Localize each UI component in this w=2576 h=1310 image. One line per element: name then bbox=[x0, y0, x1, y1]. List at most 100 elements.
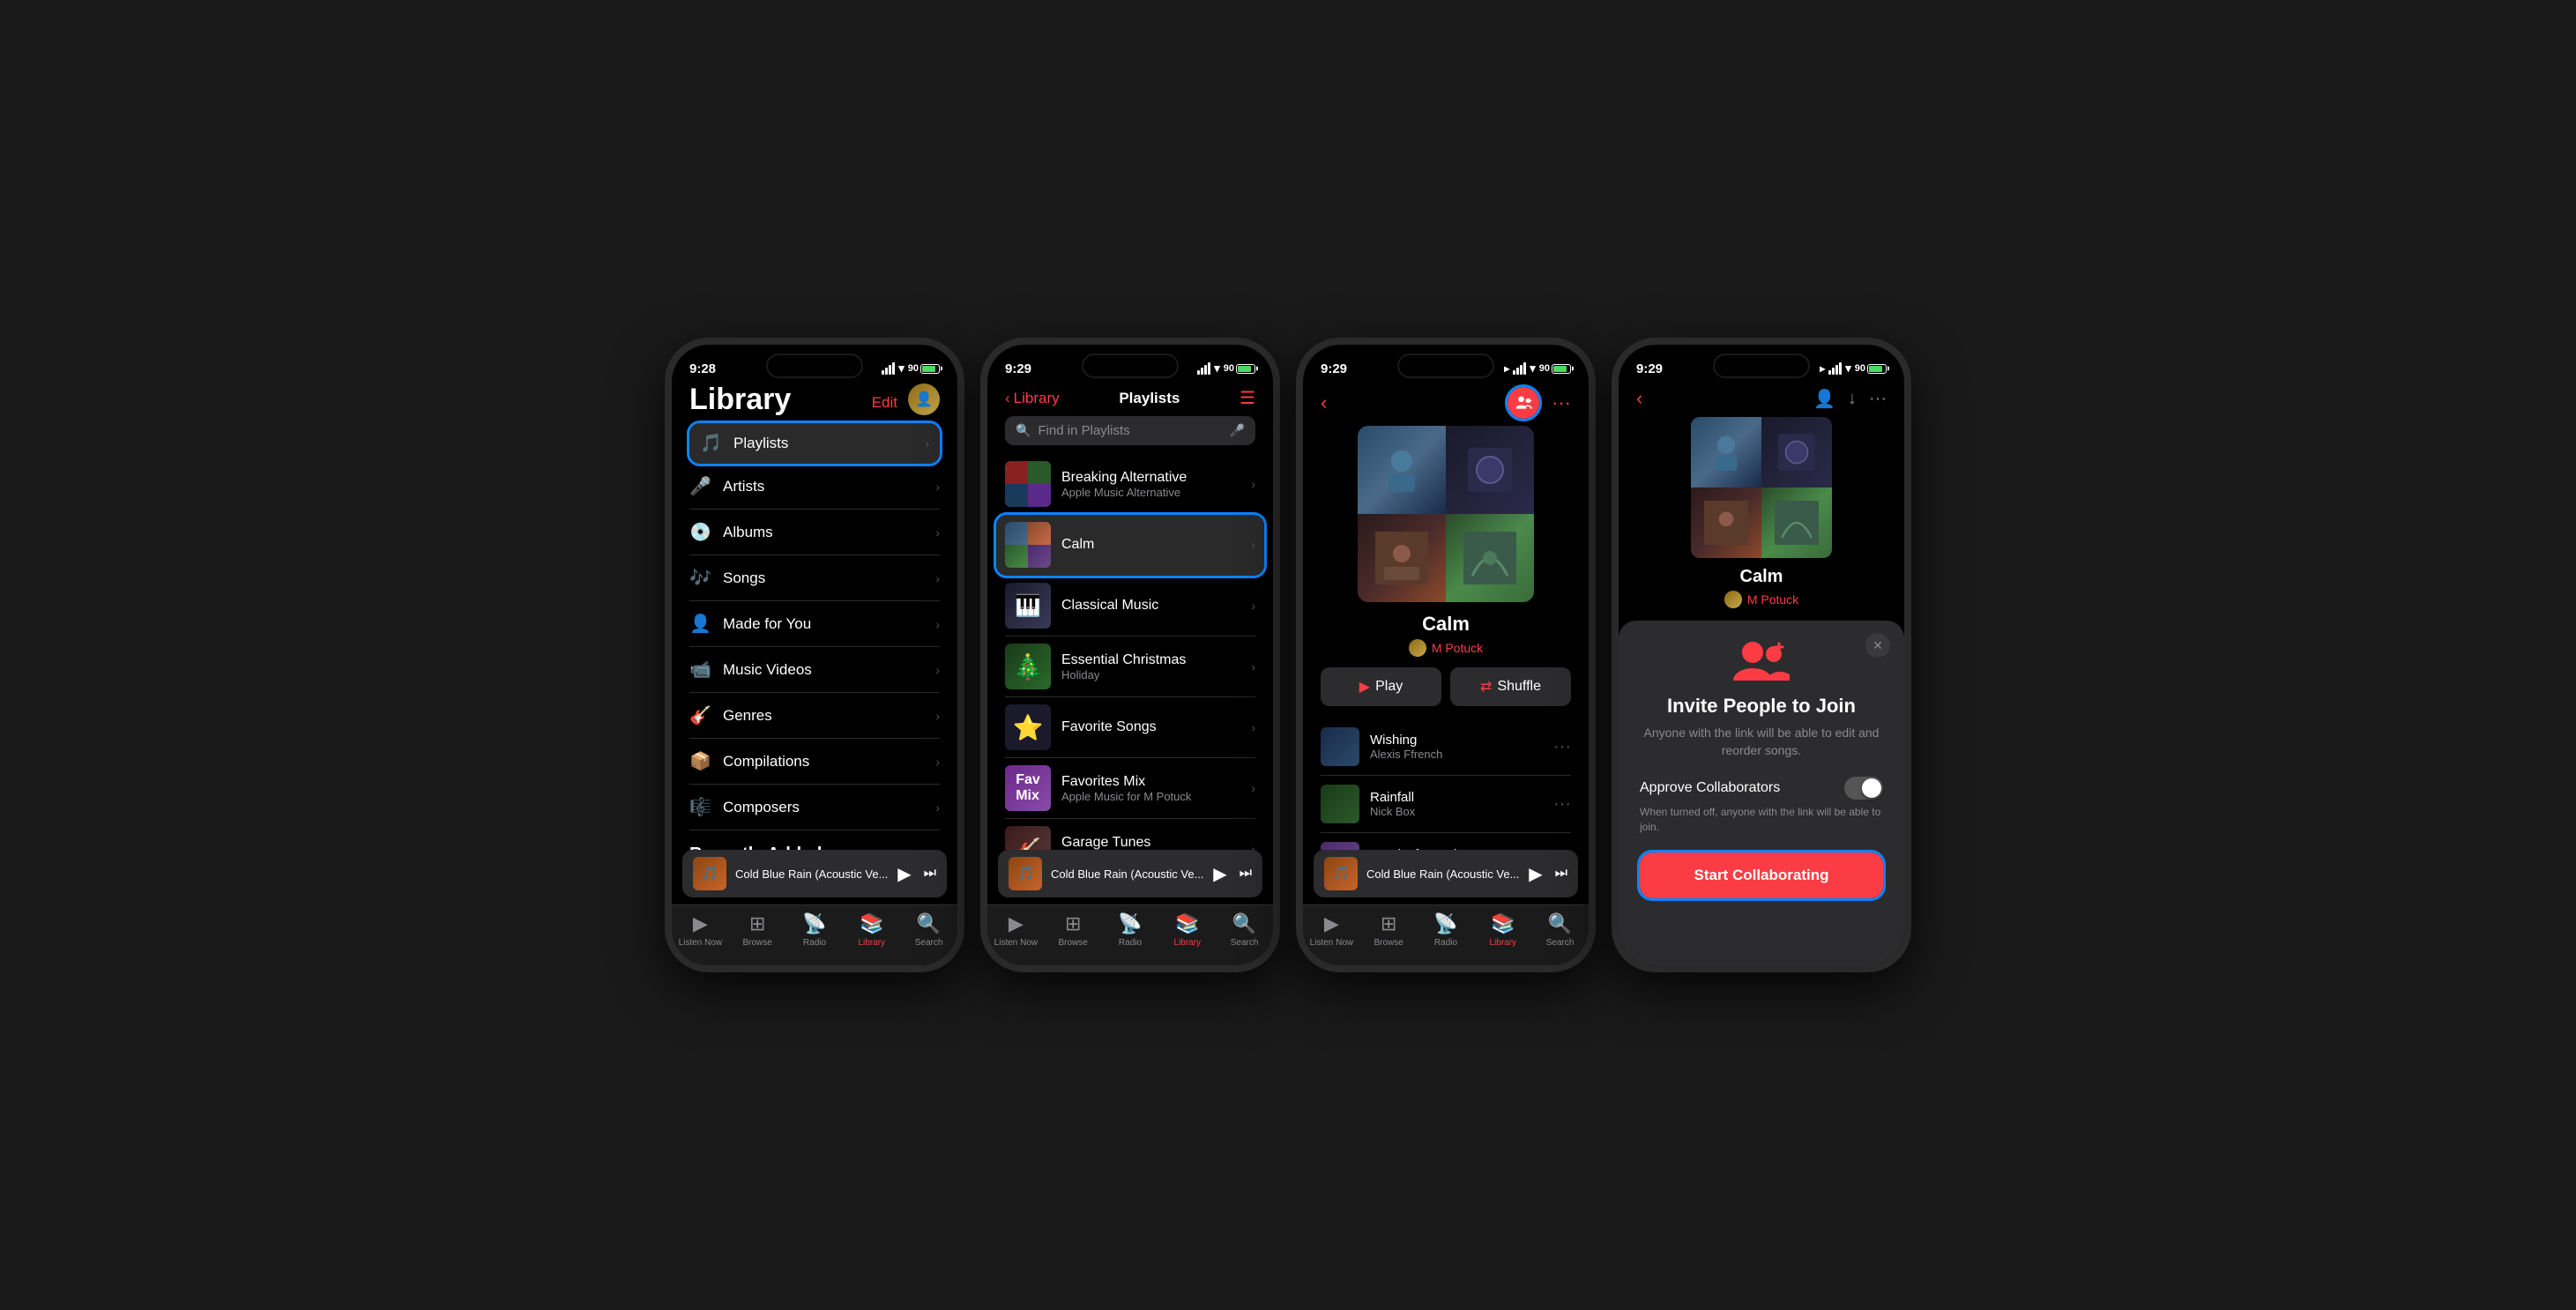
skip-forward-icon-2[interactable]: ⏭ bbox=[1240, 866, 1252, 882]
tab-bar-3: ▶ Listen Now ⊞ Browse 📡 Radio 📚 Library … bbox=[1303, 904, 1589, 965]
list-item[interactable]: 🎄 Essential Christmas Holiday › bbox=[1005, 636, 1255, 697]
tab-library-icon-1: 📚 bbox=[860, 912, 883, 935]
tab-browse-3[interactable]: ⊞ Browse bbox=[1365, 912, 1413, 948]
track-item[interactable]: Rainfall Nick Box ··· bbox=[1321, 776, 1571, 833]
invite-title: Invite People to Join bbox=[1640, 695, 1883, 718]
mic-icon-2[interactable]: 🎤 bbox=[1230, 423, 1245, 438]
track-list-3: Wishing Alexis Ffrench ··· Rainfall Nick… bbox=[1303, 718, 1589, 850]
more-options-button-4[interactable]: ··· bbox=[1869, 389, 1887, 409]
edit-button[interactable]: Edit bbox=[872, 387, 897, 412]
mini-player-3[interactable]: 🎵 Cold Blue Rain (Acoustic Ve... ▶ ⏭ bbox=[1314, 850, 1578, 897]
skip-forward-icon-1[interactable]: ⏭ bbox=[924, 866, 936, 882]
dynamic-island-4 bbox=[1713, 354, 1810, 378]
battery-icon-4: 90 bbox=[1855, 363, 1887, 374]
start-collaborating-button[interactable]: Start Collaborating bbox=[1640, 852, 1883, 898]
play-button-3[interactable]: ▶ Play bbox=[1321, 667, 1441, 706]
track-more-wishing[interactable]: ··· bbox=[1553, 737, 1571, 757]
playlist-name-classical: Classical Music bbox=[1061, 598, 1240, 614]
person-add-icon-4[interactable]: 👤 bbox=[1813, 388, 1835, 410]
more-options-button-3[interactable]: ··· bbox=[1552, 391, 1571, 414]
collaborate-button[interactable] bbox=[1508, 387, 1539, 419]
list-item[interactable]: 🎹 Classical Music › bbox=[1005, 576, 1255, 636]
status-icons-1: ▾ 90 bbox=[882, 361, 940, 376]
modal-close-button[interactable]: ✕ bbox=[1865, 633, 1890, 658]
mini-player-1[interactable]: 🎵 Cold Blue Rain (Acoustic Ve... ▶ ⏭ bbox=[682, 850, 947, 897]
skip-forward-icon-3[interactable]: ⏭ bbox=[1555, 866, 1567, 882]
back-button-4[interactable]: ‹ bbox=[1636, 387, 1642, 410]
tab-search-label-3: Search bbox=[1546, 938, 1575, 948]
list-item[interactable]: 🎸 Garage Tunes M Potuck › bbox=[1005, 819, 1255, 850]
list-item[interactable]: Breaking Alternative Apple Music Alterna… bbox=[1005, 454, 1255, 515]
playlist-name-christmas: Essential Christmas bbox=[1061, 652, 1240, 668]
tab-library-3[interactable]: 📚 Library bbox=[1478, 912, 1527, 948]
play-pause-icon-3[interactable]: ▶ bbox=[1529, 863, 1542, 885]
library-item-music-videos[interactable]: 📹 Music Videos › bbox=[689, 647, 940, 693]
approve-toggle[interactable] bbox=[1844, 777, 1883, 800]
library-title: Library bbox=[689, 383, 791, 416]
albums-label: Albums bbox=[723, 524, 773, 541]
library-item-made-for-you[interactable]: 👤 Made for You › bbox=[689, 601, 940, 647]
playlist-name-garage: Garage Tunes bbox=[1061, 835, 1240, 851]
approve-label: Approve Collaborators bbox=[1640, 780, 1780, 796]
library-item-artists[interactable]: 🎤 Artists › bbox=[689, 464, 940, 510]
library-item-playlists[interactable]: 🎵 Playlists › bbox=[689, 423, 940, 464]
shuffle-button-3[interactable]: ⇄ Shuffle bbox=[1450, 667, 1571, 706]
artists-chevron: › bbox=[935, 480, 940, 494]
music-videos-chevron: › bbox=[935, 663, 940, 677]
signal-bars-2 bbox=[1197, 362, 1210, 375]
signal-bars-3 bbox=[1513, 362, 1526, 375]
library-item-songs[interactable]: 🎶 Songs › bbox=[689, 555, 940, 601]
tab-radio-2[interactable]: 📡 Radio bbox=[1106, 912, 1154, 948]
library-item-composers[interactable]: 🎼 Composers › bbox=[689, 785, 940, 830]
mini-thumb-3: 🎵 bbox=[1324, 857, 1358, 890]
user-avatar-1[interactable]: 👤 bbox=[908, 383, 940, 415]
mini-player-2[interactable]: 🎵 Cold Blue Rain (Acoustic Ve... ▶ ⏭ bbox=[998, 850, 1262, 897]
play-pause-icon-2[interactable]: ▶ bbox=[1213, 863, 1226, 885]
list-item[interactable]: ⭐ Favorite Songs › bbox=[1005, 697, 1255, 758]
list-item[interactable]: Calm › bbox=[996, 515, 1264, 576]
approve-row: Approve Collaborators bbox=[1640, 777, 1883, 800]
battery-icon-3: 90 bbox=[1539, 363, 1571, 374]
tab-library-1[interactable]: 📚 Library bbox=[847, 912, 896, 948]
play-pause-icon-1[interactable]: ▶ bbox=[897, 863, 911, 885]
shuffle-icon-3: ⇄ bbox=[1480, 678, 1492, 696]
tab-browse-1[interactable]: ⊞ Browse bbox=[733, 912, 782, 948]
track-artist-wishing: Alexis Ffrench bbox=[1370, 748, 1543, 761]
track-item[interactable]: Wishing Alexis Ffrench ··· bbox=[1321, 718, 1571, 776]
back-button-2[interactable]: ‹ Library bbox=[1005, 390, 1060, 407]
tab-browse-2[interactable]: ⊞ Browse bbox=[1049, 912, 1098, 948]
tab-library-2[interactable]: 📚 Library bbox=[1163, 912, 1211, 948]
tab-search-3[interactable]: 🔍 Search bbox=[1536, 912, 1584, 948]
track-more-rainfall[interactable]: ··· bbox=[1553, 794, 1571, 815]
library-item-albums[interactable]: 💿 Albums › bbox=[689, 510, 940, 555]
tab-radio-3[interactable]: 📡 Radio bbox=[1421, 912, 1470, 948]
track-thumb-wishing bbox=[1321, 727, 1359, 766]
tab-listen-now-2[interactable]: ▶ Listen Now bbox=[992, 912, 1040, 948]
status-icons-3: ▸ ▾ 90 bbox=[1504, 361, 1571, 376]
mini-thumb-2: 🎵 bbox=[1009, 857, 1042, 890]
tab-search-2[interactable]: 🔍 Search bbox=[1220, 912, 1269, 948]
playlist-thumb-favorites-mix: FavMix bbox=[1005, 765, 1051, 811]
back-button-3[interactable]: ‹ bbox=[1321, 391, 1327, 414]
tab-listen-now-1[interactable]: ▶ Listen Now bbox=[676, 912, 725, 948]
list-item[interactable]: FavMix Favorites Mix Apple Music for M P… bbox=[1005, 758, 1255, 819]
library-item-genres[interactable]: 🎸 Genres › bbox=[689, 693, 940, 739]
tab-library-label-2: Library bbox=[1173, 938, 1201, 948]
tab-search-1[interactable]: 🔍 Search bbox=[905, 912, 953, 948]
tab-radio-1[interactable]: 📡 Radio bbox=[790, 912, 838, 948]
toggle-knob bbox=[1862, 778, 1881, 798]
download-icon-4[interactable]: ↓ bbox=[1848, 389, 1857, 409]
playlists-label: Playlists bbox=[733, 435, 788, 452]
tab-radio-icon-2: 📡 bbox=[1118, 912, 1142, 935]
tab-browse-label-3: Browse bbox=[1374, 938, 1403, 948]
library-header: Library Edit 👤 bbox=[689, 383, 940, 416]
track-item[interactable]: Seed Of Happiness Piano Fruits Music & L… bbox=[1321, 833, 1571, 850]
menu-icon-2[interactable]: ☰ bbox=[1240, 387, 1255, 409]
p3-author: M Potuck bbox=[1303, 639, 1589, 657]
tab-listen-now-3[interactable]: ▶ Listen Now bbox=[1307, 912, 1356, 948]
library-item-compilations[interactable]: 📦 Compilations › bbox=[689, 739, 940, 785]
playlist-sub-christmas: Holiday bbox=[1061, 668, 1240, 681]
tab-listen-now-icon-2: ▶ bbox=[1009, 912, 1024, 935]
playlist-chevron-garage: › bbox=[1251, 842, 1255, 850]
search-bar-2[interactable]: 🔍 Find in Playlists 🎤 bbox=[1005, 416, 1255, 445]
